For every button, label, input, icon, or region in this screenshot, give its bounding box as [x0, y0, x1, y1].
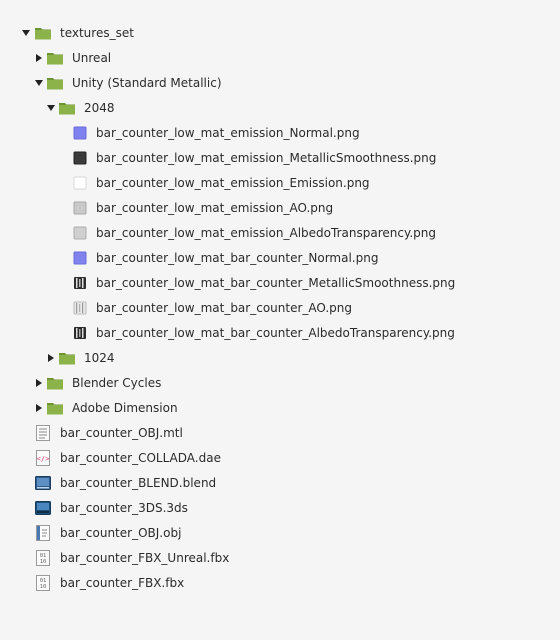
- expand-arrow-icon[interactable]: [20, 27, 32, 39]
- tree-row-file[interactable]: bar_counter_low_mat_bar_counter_Metallic…: [0, 270, 560, 295]
- tree-row-file[interactable]: bar_counter_low_mat_emission_MetallicSmo…: [0, 145, 560, 170]
- collapse-arrow-icon[interactable]: [33, 402, 45, 414]
- binary-file-icon: 01 10: [35, 549, 51, 566]
- collapse-arrow-icon[interactable]: [33, 52, 45, 64]
- tree-row-label: bar_counter_BLEND.blend: [60, 475, 217, 490]
- tree-row-file[interactable]: bar_counter_low_mat_emission_Emission.pn…: [0, 170, 560, 195]
- tree-row-file[interactable]: 01 10 bar_counter_FBX.fbx: [0, 570, 560, 595]
- collapse-arrow-icon[interactable]: [33, 377, 45, 389]
- tree-row-label: bar_counter_low_mat_emission_Normal.png: [96, 125, 360, 140]
- tree-row-file[interactable]: bar_counter_low_mat_emission_Normal.png: [0, 120, 560, 145]
- svg-text:10: 10: [40, 559, 47, 565]
- tree-row-label: Adobe Dimension: [72, 400, 178, 415]
- striped-dark-map-icon: [72, 275, 88, 291]
- tree-row-file[interactable]: bar_counter_low_mat_bar_counter_AlbedoTr…: [0, 320, 560, 345]
- tree-row-label: bar_counter_low_mat_emission_AlbedoTrans…: [96, 225, 436, 240]
- grey-map-icon: [72, 200, 88, 216]
- tree-row-blender-cycles[interactable]: Blender Cycles: [0, 370, 560, 395]
- tree-row-label: textures_set: [60, 25, 134, 40]
- tree-row-adobe-dimension[interactable]: Adobe Dimension: [0, 395, 560, 420]
- tree-row-label: bar_counter_3DS.3ds: [60, 500, 188, 515]
- image-3d-file-icon: [35, 500, 51, 516]
- tree-row-file[interactable]: bar_counter_low_mat_bar_counter_Normal.p…: [0, 245, 560, 270]
- tree-row-file[interactable]: bar_counter_3DS.3ds: [0, 495, 560, 520]
- tree-row-label: Unity (Standard Metallic): [72, 75, 222, 90]
- folder-icon: [59, 350, 75, 366]
- striped-dark-map-icon: [72, 325, 88, 341]
- folder-icon: [47, 400, 63, 416]
- tree-row-label: bar_counter_OBJ.obj: [60, 525, 182, 540]
- tree-row-label: bar_counter_FBX.fbx: [60, 575, 185, 590]
- grey-map-icon: [72, 225, 88, 241]
- tree-row-file[interactable]: 01 10 bar_counter_FBX_Unreal.fbx: [0, 545, 560, 570]
- tree-row-file[interactable]: bar_counter_low_mat_bar_counter_AO.png: [0, 295, 560, 320]
- folder-icon: [59, 100, 75, 116]
- folder-icon: [47, 75, 63, 91]
- tree-row-file[interactable]: bar_counter_low_mat_emission_AO.png: [0, 195, 560, 220]
- white-map-icon: [72, 175, 88, 191]
- tree-row-label: bar_counter_low_mat_emission_MetallicSmo…: [96, 150, 437, 165]
- tree-row-1024[interactable]: 1024: [0, 345, 560, 370]
- binary-file-icon: 01 10: [35, 574, 51, 591]
- tree-row-label: bar_counter_low_mat_emission_Emission.pn…: [96, 175, 370, 190]
- tree-row-unreal[interactable]: Unreal: [0, 45, 560, 70]
- code-file-icon: </>: [35, 449, 51, 466]
- normal-map-icon: [72, 250, 88, 266]
- svg-text:</>: </>: [37, 455, 50, 463]
- tree-row-label: bar_counter_low_mat_bar_counter_AO.png: [96, 300, 353, 315]
- tree-row-label: Unreal: [72, 50, 112, 65]
- tree-row-label: bar_counter_low_mat_bar_counter_Normal.p…: [96, 250, 379, 265]
- tree-row-label: bar_counter_FBX_Unreal.fbx: [60, 550, 230, 565]
- tree-row-2048[interactable]: 2048: [0, 95, 560, 120]
- svg-text:10: 10: [40, 584, 47, 590]
- tree-row-file[interactable]: bar_counter_OBJ.mtl: [0, 420, 560, 445]
- obj-file-icon: [35, 524, 51, 541]
- folder-icon: [47, 50, 63, 66]
- tree-row-label: Blender Cycles: [72, 375, 162, 390]
- tree-row-label: bar_counter_low_mat_bar_counter_Metallic…: [96, 275, 456, 290]
- tree-row-file[interactable]: bar_counter_low_mat_emission_AlbedoTrans…: [0, 220, 560, 245]
- normal-map-icon: [72, 125, 88, 141]
- tree-row-file[interactable]: bar_counter_BLEND.blend: [0, 470, 560, 495]
- folder-icon: [47, 375, 63, 391]
- tree-row-unity[interactable]: Unity (Standard Metallic): [0, 70, 560, 95]
- tree-row-label: 2048: [84, 100, 115, 115]
- text-file-icon: [35, 424, 51, 441]
- blender-file-icon: [35, 475, 51, 491]
- tree-row-label: bar_counter_low_mat_bar_counter_AlbedoTr…: [96, 325, 455, 340]
- tree-row-label: bar_counter_low_mat_emission_AO.png: [96, 200, 334, 215]
- tree-row-label: bar_counter_OBJ.mtl: [60, 425, 183, 440]
- tree-row-label: bar_counter_COLLADA.dae: [60, 450, 221, 465]
- file-tree: textures_set Unreal Unity (Standard Meta…: [0, 0, 560, 640]
- dark-map-icon: [72, 150, 88, 166]
- tree-row-textures-set[interactable]: textures_set: [0, 20, 560, 45]
- striped-light-map-icon: [72, 300, 88, 316]
- expand-arrow-icon[interactable]: [45, 102, 57, 114]
- tree-row-file[interactable]: bar_counter_OBJ.obj: [0, 520, 560, 545]
- expand-arrow-icon[interactable]: [33, 77, 45, 89]
- tree-row-file[interactable]: </> bar_counter_COLLADA.dae: [0, 445, 560, 470]
- folder-icon: [35, 25, 51, 41]
- tree-row-label: 1024: [84, 350, 115, 365]
- collapse-arrow-icon[interactable]: [45, 352, 57, 364]
